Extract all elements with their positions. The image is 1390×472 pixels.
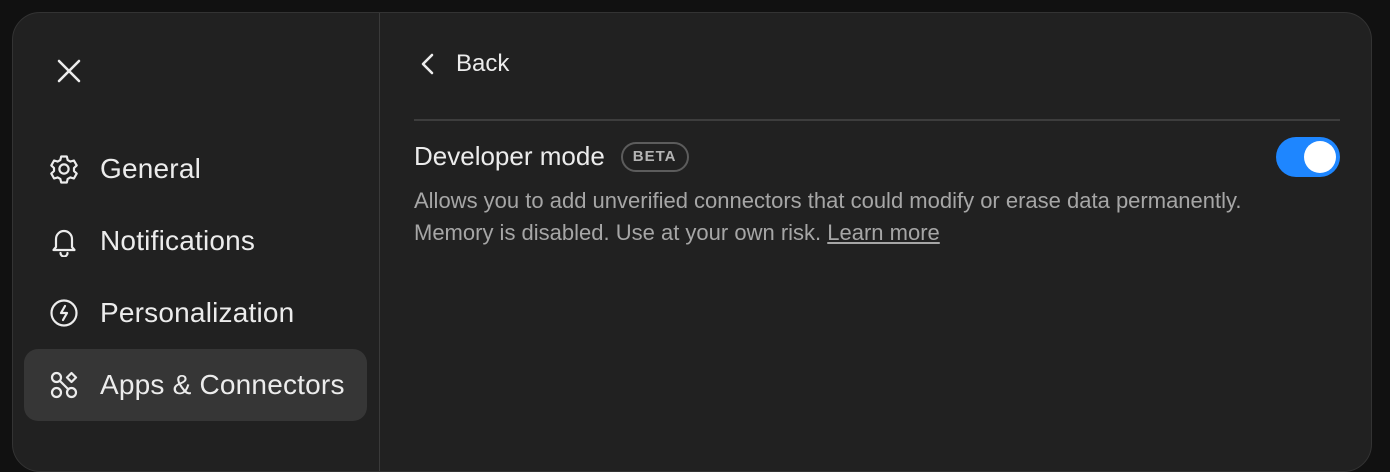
back-button[interactable]: Back [420,47,509,81]
apps-connectors-icon [48,369,80,401]
close-button[interactable] [53,55,85,87]
sidebar-item-label: General [100,153,202,184]
developer-mode-toggle[interactable] [1276,137,1340,177]
settings-content: Back Developer mode BETA Allows you to a… [380,13,1371,471]
learn-more-link[interactable]: Learn more [827,220,940,245]
sidebar-item-general[interactable]: General [24,133,367,205]
developer-mode-header: Developer mode BETA [414,141,689,172]
sidebar-item-personalization[interactable]: Personalization [24,277,367,349]
toggle-knob [1304,141,1336,173]
sidebar-item-notifications[interactable]: Notifications [24,205,367,277]
setting-description: Allows you to add unverified connectors … [414,185,1274,249]
gear-icon [48,153,80,185]
settings-modal: General Notifications Personalization Ap… [12,12,1372,472]
sidebar-item-label: Personalization [100,297,295,328]
back-label: Back [456,50,510,77]
sidebar-item-label: Notifications [100,225,256,256]
settings-sidebar: General Notifications Personalization Ap… [13,13,380,471]
personalization-icon [48,297,80,329]
divider [414,119,1340,121]
bell-icon [48,225,80,257]
sidebar-item-label: Apps & Connectors [100,369,345,400]
chevron-left-icon [421,53,434,75]
close-icon [57,59,81,83]
beta-badge: BETA [620,141,689,172]
sidebar-item-apps-connectors[interactable]: Apps & Connectors [24,349,367,421]
setting-label: Developer mode [414,141,605,171]
